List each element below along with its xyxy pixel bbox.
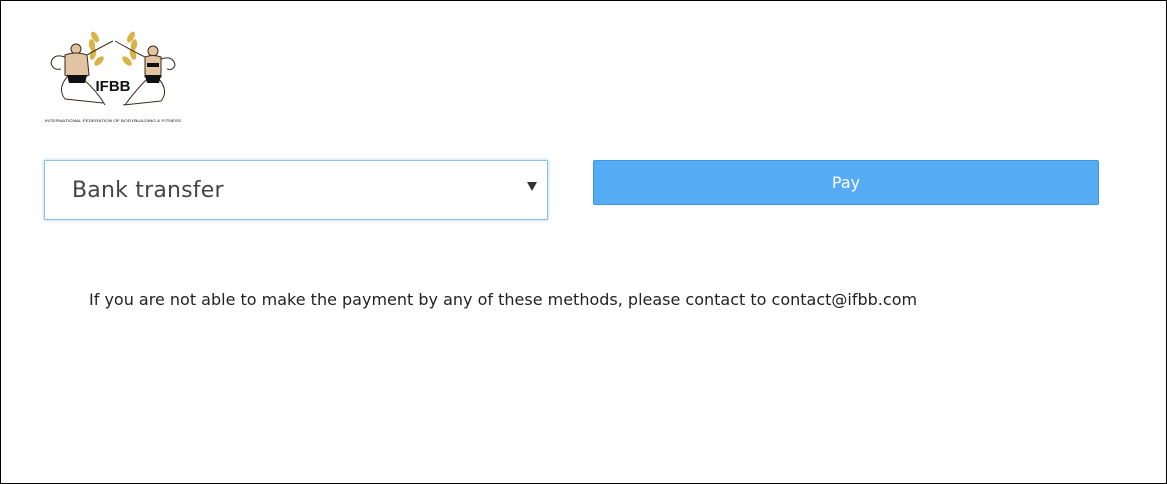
chevron-down-icon[interactable]	[527, 182, 537, 191]
payment-method-value: Bank transfer	[72, 178, 224, 203]
ifbb-logo: IFBB INTERNATIONAL FEDERATION OF BODYBUI…	[43, 27, 183, 125]
logo-subtitle: INTERNATIONAL FEDERATION OF BODYBUILDING…	[45, 119, 182, 123]
payment-method-select[interactable]: Bank transfer	[44, 160, 548, 220]
payment-panel: IFBB INTERNATIONAL FEDERATION OF BODYBUI…	[0, 0, 1167, 484]
ifbb-logo-icon: IFBB INTERNATIONAL FEDERATION OF BODYBUI…	[45, 31, 182, 123]
pay-button[interactable]: Pay	[593, 160, 1099, 205]
contact-notice: If you are not able to make the payment …	[89, 290, 918, 309]
logo-text: IFBB	[96, 78, 131, 95]
